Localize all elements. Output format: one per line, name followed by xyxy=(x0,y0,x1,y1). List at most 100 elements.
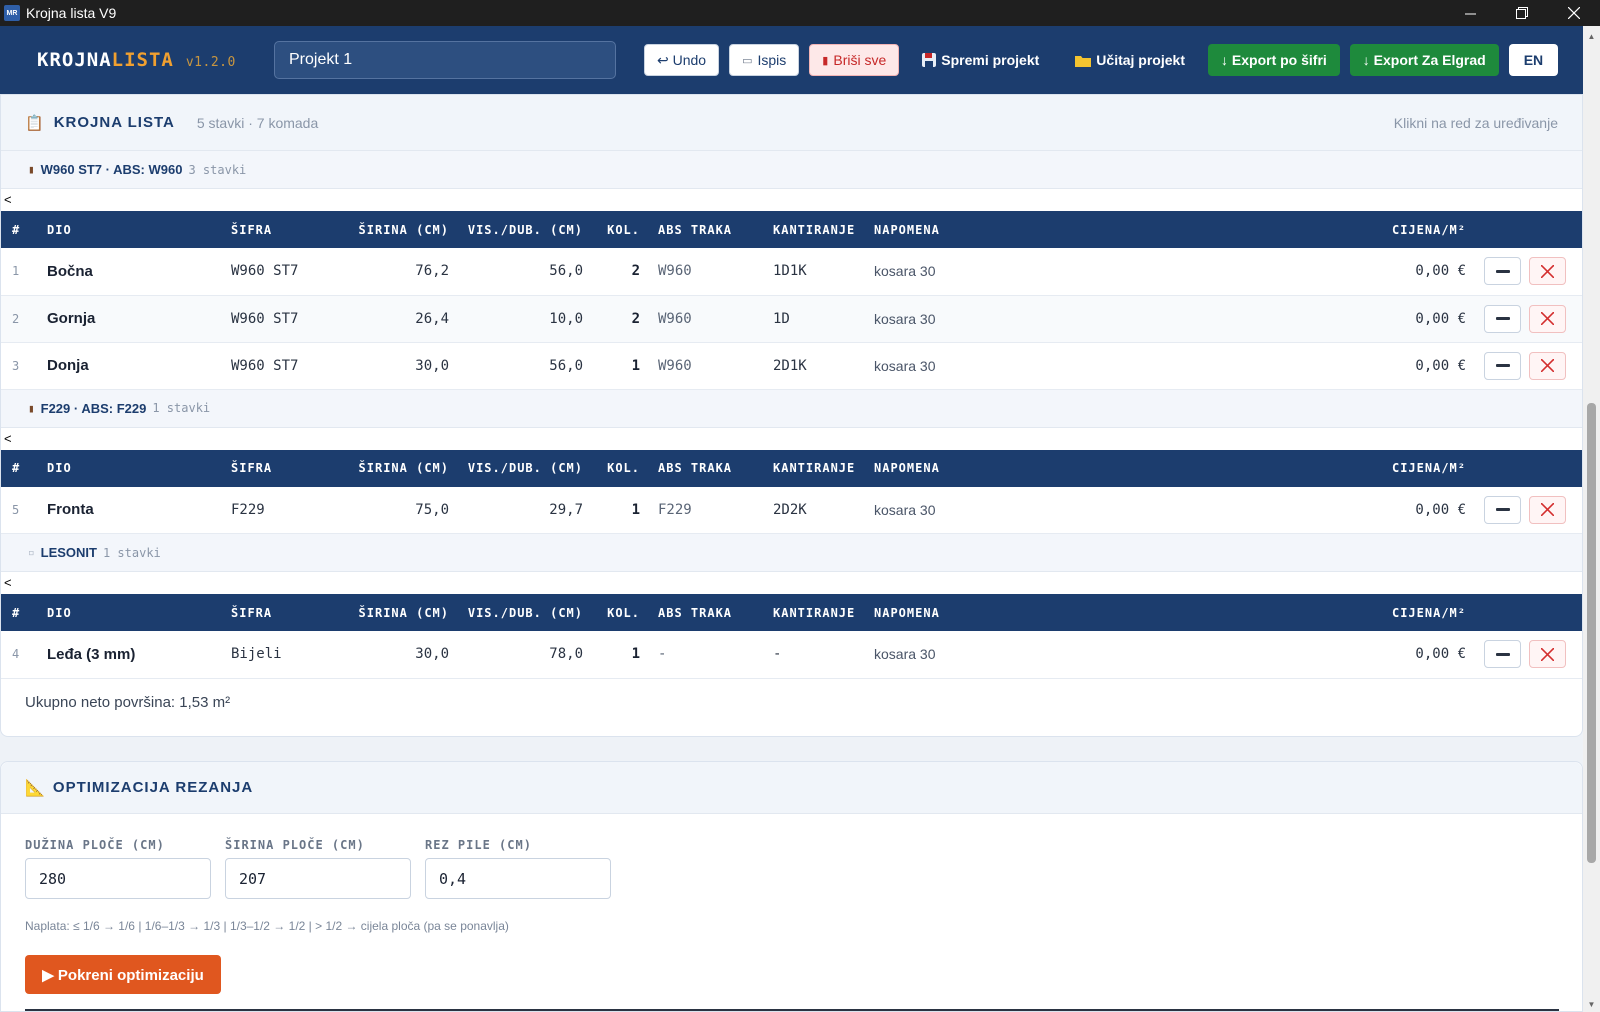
column-header-part[interactable]: DIO xyxy=(47,594,231,631)
column-header-edging[interactable]: KANTIRANJE xyxy=(773,211,874,248)
column-header-width[interactable]: ŠIRINA (CM) xyxy=(357,449,467,487)
table-row[interactable]: 4 Leđa (3 mm) Bijeli 30,0 78,0 1- - kosara 30 0,… xyxy=(1,631,1582,679)
cell-price: 0,00 € xyxy=(1274,295,1484,343)
column-header-note[interactable]: NAPOMENA xyxy=(874,594,1274,631)
board-length-field: DUŽINA PLOČE (CM) xyxy=(25,838,211,899)
ruler-icon: 📐 xyxy=(25,779,45,797)
edit-row-button[interactable] xyxy=(1484,304,1521,333)
column-header-price[interactable]: CIJENA/M² xyxy=(1274,594,1484,631)
scroll-up-arrow-icon[interactable]: ▲ xyxy=(1583,28,1600,44)
cell-part: Bočna xyxy=(47,248,231,296)
scroll-down-arrow-icon[interactable]: ▼ xyxy=(1583,996,1600,1012)
language-toggle-button[interactable]: EN xyxy=(1508,44,1559,76)
column-header-height[interactable]: VIS./DUB. (CM) xyxy=(467,449,601,487)
floppy-icon xyxy=(922,53,937,67)
window-title: Krojna lista V9 xyxy=(26,5,117,21)
trash-icon: ▮ xyxy=(822,54,829,67)
scrollbar-thumb[interactable] xyxy=(1587,403,1596,863)
cell-note: kosara 30 xyxy=(874,631,1274,679)
column-header-height[interactable]: VIS./DUB. (CM) xyxy=(467,211,601,248)
parts-table: # DIO ŠIFRA ŠIRINA (CM) VIS./DUB. (CM) KOL. AB… xyxy=(1,594,1582,679)
cell-width: 76,2 xyxy=(357,248,467,296)
column-header-qty[interactable]: KOL. xyxy=(601,594,658,631)
cut-list-hint: Klikni na red za uređivanje xyxy=(1393,114,1558,131)
edit-row-button[interactable] xyxy=(1484,495,1521,524)
column-header-abs-tape[interactable]: ABS TRAKA xyxy=(658,594,773,631)
table-row[interactable]: 2 Gornja W960 ST7 26,4 10,0 2 W960 1D kosara 30 0… xyxy=(1,295,1582,343)
cell-height: 56,0 xyxy=(467,248,601,296)
column-header-num[interactable]: # xyxy=(1,594,47,631)
column-header-num[interactable]: # xyxy=(1,211,47,248)
brand-accent: LISTA xyxy=(111,49,174,71)
minus-icon xyxy=(1495,317,1510,320)
column-header-price[interactable]: CIJENA/M² xyxy=(1274,211,1484,248)
column-header-abs-tape[interactable]: ABS TRAKA xyxy=(658,211,773,248)
edit-row-button[interactable] xyxy=(1484,351,1521,380)
cell-edging: 2D2K xyxy=(773,486,874,534)
restore-button[interactable] xyxy=(1496,0,1548,26)
column-header-note[interactable]: NAPOMENA xyxy=(874,211,1274,248)
column-header-code[interactable]: ŠIFRA xyxy=(231,594,357,631)
column-header-edging[interactable]: KANTIRANJE xyxy=(773,449,874,487)
column-header-qty[interactable]: KOL. xyxy=(601,449,658,487)
cell-code: W960 ST7 xyxy=(231,248,357,296)
export-elgrad-button[interactable]: ↓ Export Za Elgrad xyxy=(1349,44,1499,76)
cell-qty: 2 xyxy=(601,295,658,343)
run-optimization-label: ▶ Pokreni optimizaciju xyxy=(42,966,204,984)
column-header-price[interactable]: CIJENA/M² xyxy=(1274,449,1484,487)
column-header-part[interactable]: DIO xyxy=(47,449,231,487)
delete-row-button[interactable] xyxy=(1529,257,1567,286)
brand-logo: KROJNALISTA v1.2.0 xyxy=(37,49,274,71)
print-button[interactable]: ▭ Ispis xyxy=(729,44,800,76)
column-header-note[interactable]: NAPOMENA xyxy=(874,449,1274,487)
export-by-code-button[interactable]: ↓ Export po šifri xyxy=(1208,44,1340,76)
save-project-button[interactable]: Spremi projekt xyxy=(909,44,1052,76)
column-header-edging[interactable]: KANTIRANJE xyxy=(773,594,874,631)
edit-row-button[interactable] xyxy=(1484,257,1521,286)
delete-row-button[interactable] xyxy=(1529,304,1567,333)
material-icon: ▮ xyxy=(28,163,35,176)
column-header-width[interactable]: ŠIRINA (CM) xyxy=(357,211,467,248)
load-project-button[interactable]: Učitaj projekt xyxy=(1062,44,1198,76)
close-window-button[interactable] xyxy=(1548,0,1600,26)
page-scrollbar[interactable]: ▲ ▼ xyxy=(1583,26,1600,1012)
close-icon xyxy=(1541,359,1555,372)
minimize-button[interactable] xyxy=(1444,0,1496,26)
group-collapse-toggle[interactable]: < xyxy=(1,189,1582,211)
column-header-width[interactable]: ŠIRINA (CM) xyxy=(357,594,467,631)
undo-button[interactable]: ↩ Undo xyxy=(644,44,720,76)
board-length-input[interactable] xyxy=(25,858,211,899)
cut-list-card: 📋 KROJNA LISTA 5 stavki · 7 komada Klikn… xyxy=(0,94,1583,737)
table-row[interactable]: 5 Fronta F229 75,0 29,7 1 F229 2D2K kosara 30 0,0… xyxy=(1,486,1582,534)
edit-row-button[interactable] xyxy=(1484,640,1521,669)
group-header: ▫ LESONIT 1 stavki xyxy=(1,534,1582,572)
group-collapse-toggle[interactable]: < xyxy=(1,428,1582,450)
table-row[interactable]: 3 Donja W960 ST7 30,0 56,0 1 W960 2D1K kosara 30… xyxy=(1,342,1582,390)
column-header-height[interactable]: VIS./DUB. (CM) xyxy=(467,594,601,631)
column-header-qty[interactable]: KOL. xyxy=(601,211,658,248)
saw-kerf-field: REZ PILE (CM) xyxy=(425,838,611,899)
delete-row-button[interactable] xyxy=(1529,495,1567,524)
cell-height: 29,7 xyxy=(467,486,601,534)
run-optimization-button[interactable]: ▶ Pokreni optimizaciju xyxy=(25,955,221,994)
column-header-code[interactable]: ŠIFRA xyxy=(231,449,357,487)
column-header-part[interactable]: DIO xyxy=(47,211,231,248)
version-label: v1.2.0 xyxy=(185,55,236,70)
delete-row-button[interactable] xyxy=(1529,640,1567,669)
group-collapse-toggle[interactable]: < xyxy=(1,572,1582,594)
cell-edging: 1D1K xyxy=(773,248,874,296)
column-header-num[interactable]: # xyxy=(1,449,47,487)
close-icon xyxy=(1541,647,1555,661)
cell-note: kosara 30 xyxy=(874,342,1274,390)
column-header-code[interactable]: ŠIFRA xyxy=(231,211,357,248)
project-name-input[interactable] xyxy=(274,41,616,79)
table-row[interactable]: 1 Bočna W960 ST7 76,2 56,0 2 W960 1D1K kosara 30… xyxy=(1,248,1582,296)
cell-note: kosara 30 xyxy=(874,295,1274,343)
delete-row-button[interactable] xyxy=(1529,351,1567,380)
board-width-input[interactable] xyxy=(225,858,411,899)
column-header-abs-tape[interactable]: ABS TRAKA xyxy=(658,449,773,487)
table-header-row: # DIO ŠIFRA ŠIRINA (CM) VIS./DUB. (CM) KOL. AB… xyxy=(1,211,1582,248)
cell-part: Donja xyxy=(47,342,231,390)
saw-kerf-input[interactable] xyxy=(425,858,611,899)
delete-all-button[interactable]: ▮ Briši sve xyxy=(809,44,900,76)
